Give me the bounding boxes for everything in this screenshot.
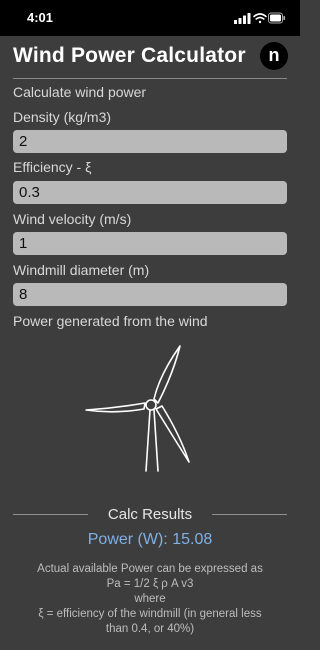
page-title: Wind Power Calculator bbox=[13, 44, 246, 67]
status-bar: 4:01 bbox=[0, 0, 300, 36]
efficiency-label: Efficiency - ξ bbox=[13, 159, 92, 175]
title-divider bbox=[13, 78, 287, 79]
results-title: Calc Results bbox=[107, 506, 193, 523]
wind-turbine-icon bbox=[85, 345, 190, 472]
velocity-input[interactable] bbox=[13, 232, 287, 255]
density-label: Density (kg/m3) bbox=[13, 109, 112, 125]
brand-logo-button[interactable]: n bbox=[260, 42, 288, 70]
power-result: Power (W): 15.08 bbox=[87, 531, 213, 548]
intro-label: Calculate wind power bbox=[13, 84, 147, 100]
formula-note-line1: Actual available Power can be expressed … bbox=[37, 563, 263, 575]
velocity-label: Wind velocity (m/s) bbox=[13, 211, 132, 227]
diameter-input[interactable] bbox=[13, 283, 287, 306]
formula-note-line2: Pa = 1/2 ξ ρ A v3 bbox=[106, 578, 194, 590]
density-input[interactable] bbox=[13, 130, 287, 153]
wifi-icon bbox=[253, 13, 267, 24]
signal-icon bbox=[234, 13, 251, 24]
diameter-label: Windmill diameter (m) bbox=[13, 262, 150, 278]
status-time: 4:01 bbox=[27, 10, 54, 25]
illustration-caption: Power generated from the wind bbox=[13, 313, 208, 329]
efficiency-input[interactable] bbox=[13, 181, 287, 204]
formula-note-line4: ξ = efficiency of the windmill (in gener… bbox=[38, 608, 262, 620]
formula-note-line3: where bbox=[134, 593, 166, 605]
battery-icon bbox=[268, 12, 286, 24]
status-icons bbox=[234, 12, 286, 24]
formula-note-line5: than 0.4, or 40%) bbox=[105, 623, 195, 635]
